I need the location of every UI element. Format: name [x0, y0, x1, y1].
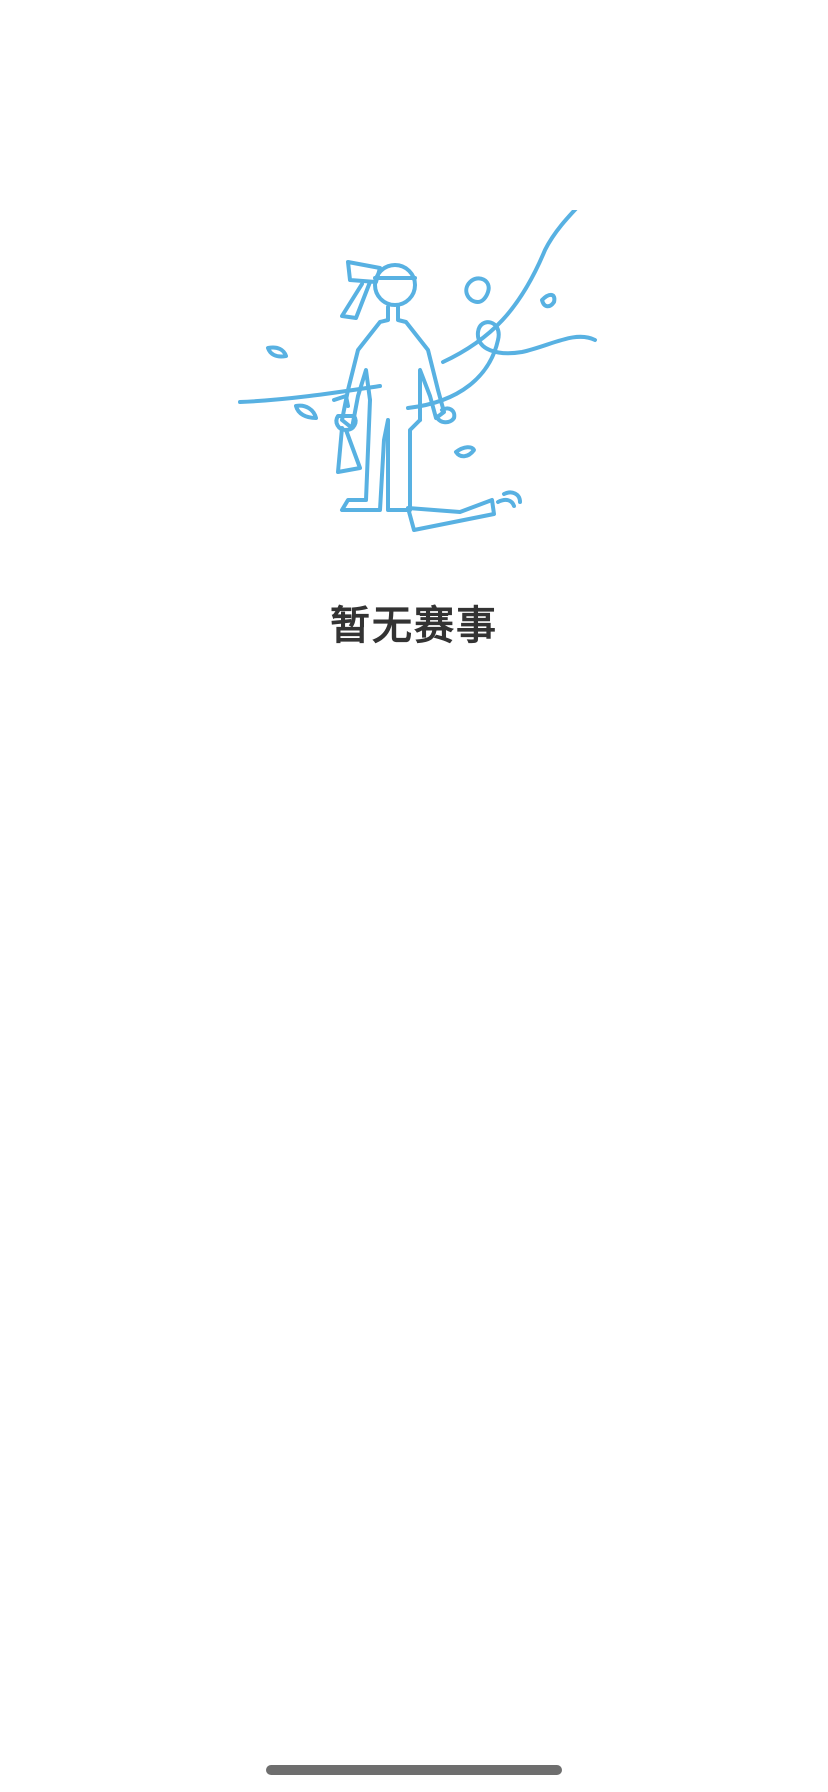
home-indicator[interactable]: [266, 1765, 562, 1775]
empty-state-title: 暂无赛事: [330, 603, 498, 649]
empty-state-illustration-icon: [230, 210, 610, 570]
